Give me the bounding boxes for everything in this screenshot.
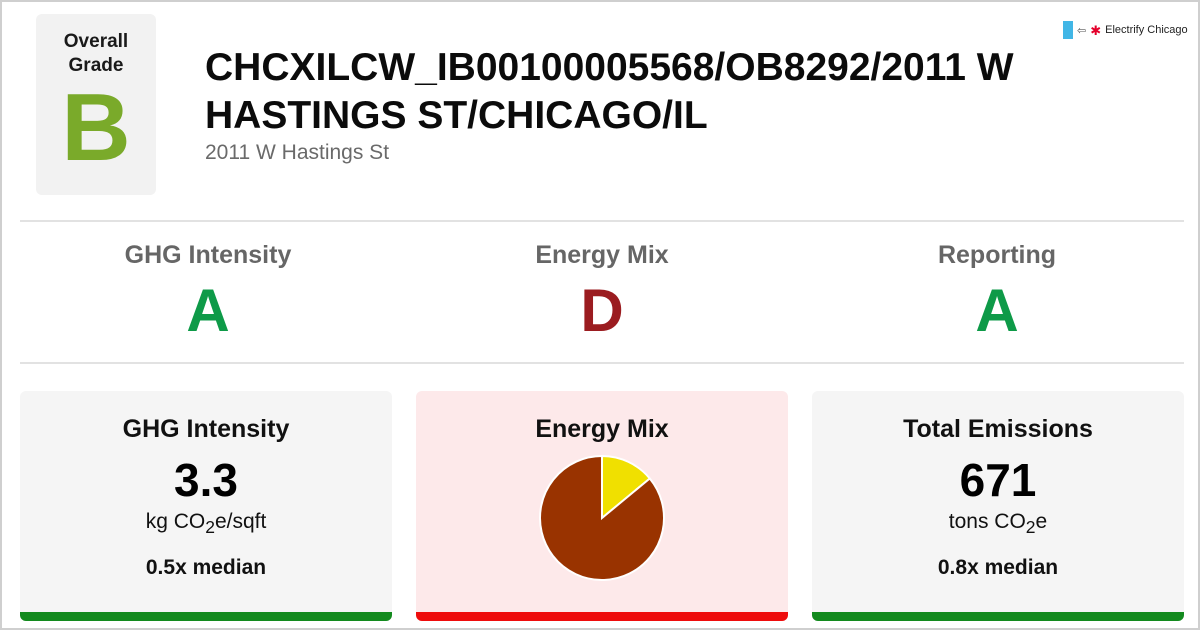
card-median: 0.5x median [145, 556, 267, 580]
card-title: Total Emissions [903, 415, 1093, 443]
card-unit: kg CO2e/sqft [145, 510, 267, 538]
brand-logo[interactable]: ⇦ ✱ Electrify Chicago [1063, 21, 1188, 39]
energy-mix-pie-chart [539, 454, 665, 581]
sub-grade-energy-mix: Energy Mix D [412, 238, 792, 344]
total-emissions-card: Total Emissions 671 tons CO2e 0.8x media… [812, 391, 1184, 621]
sub-grade-label: Energy Mix [535, 241, 669, 269]
sub-grade-letter: D [580, 277, 624, 344]
divider-top [20, 220, 1184, 222]
brand-name: Electrify Chicago [1105, 24, 1188, 36]
status-bar [416, 612, 788, 621]
star-icon: ✱ [1090, 22, 1102, 38]
arrow-icon: ⇦ [1077, 24, 1087, 37]
card-median: 0.8x median [937, 556, 1059, 580]
divider-middle [20, 362, 1184, 364]
overall-grade-label: Overall Grade [63, 31, 129, 76]
chicago-flag-icon [1063, 21, 1073, 39]
sub-grade-ghg: GHG Intensity A [18, 238, 398, 344]
card-value: 3.3 [174, 454, 238, 506]
overall-grade-letter: B [61, 74, 131, 181]
sub-grade-label: Reporting [937, 241, 1057, 269]
status-bar [20, 612, 392, 621]
building-address: 2011 W Hastings St [205, 141, 390, 164]
card-value: 671 [959, 454, 1037, 506]
building-title: CHCXILCW_IB00100005568/OB8292/2011 W HAS… [205, 46, 1014, 137]
card-unit: tons CO2e [948, 510, 1048, 538]
sub-grade-letter: A [186, 277, 230, 344]
status-bar [812, 612, 1184, 621]
energy-mix-card: Energy Mix [416, 391, 788, 621]
card-title: GHG Intensity [122, 415, 290, 443]
card-title: Energy Mix [535, 415, 669, 443]
sub-grade-reporting: Reporting A [807, 238, 1187, 344]
page-frame: Overall Grade B CHCXILCW_IB00100005568/O… [0, 0, 1200, 630]
overall-grade-box: Overall Grade B [36, 14, 156, 195]
ghg-intensity-card: GHG Intensity 3.3 kg CO2e/sqft 0.5x medi… [20, 391, 392, 621]
sub-grade-label: GHG Intensity [124, 241, 292, 269]
sub-grade-letter: A [975, 277, 1019, 344]
